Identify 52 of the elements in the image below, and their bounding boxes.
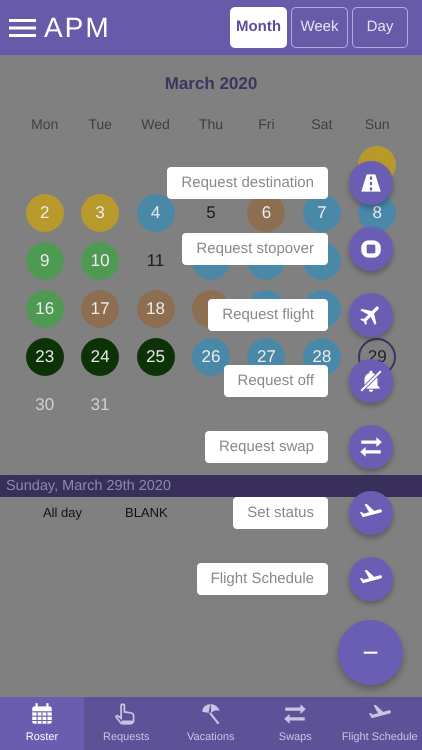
action-button[interactable] (349, 491, 393, 535)
action-label[interactable]: Flight Schedule (196, 563, 328, 595)
calendar-day: 16 (26, 290, 64, 328)
nav-tab[interactable]: Flight Schedule (338, 697, 422, 750)
calendar-day: 24 (81, 338, 120, 376)
action-button[interactable] (349, 425, 393, 469)
calendar-day: 18 (136, 290, 175, 328)
nav-tab[interactable]: Vacations (168, 697, 253, 750)
event-title: BLANK (125, 504, 168, 522)
weekday-label: Sat (310, 115, 334, 134)
month-title: March 2020 (164, 73, 258, 95)
view-tab[interactable]: Day (352, 7, 408, 48)
calendar-day: 3 (81, 194, 120, 232)
menu-icon[interactable] (9, 18, 36, 38)
view-tab[interactable]: Week (291, 7, 348, 48)
action-button[interactable] (349, 161, 393, 205)
action-button[interactable] (349, 227, 393, 271)
close-menu-button[interactable]: − (338, 620, 403, 685)
app-logo: APM (44, 10, 111, 44)
action-label[interactable]: Set status (233, 497, 328, 529)
weekday-label: Fri (257, 115, 276, 134)
calendar-day: 30 (26, 386, 64, 424)
weekday-label: Wed (140, 115, 171, 134)
nav-tab[interactable]: Swaps (253, 697, 338, 750)
calendar-day: 26 (192, 338, 230, 376)
view-tab[interactable]: Month (230, 7, 287, 48)
date-header: Sunday, March 29th 2020 (0, 475, 422, 497)
calendar-day: 17 (81, 290, 120, 328)
weekday-label: Thu (198, 115, 224, 134)
action-label[interactable]: Request destination (167, 167, 328, 199)
weekday-label: Tue (87, 115, 113, 134)
calendar-day: 25 (136, 338, 175, 376)
nav-tab[interactable]: Roster (0, 697, 84, 750)
weekday-label: Sun (364, 115, 391, 134)
calendar-day: 7 (302, 194, 341, 232)
action-button[interactable] (349, 557, 393, 601)
action-label[interactable]: Request stopover (182, 233, 328, 265)
nav-tab[interactable]: Requests (84, 697, 168, 750)
action-label[interactable]: Request swap (204, 431, 328, 463)
weekday-label: Mon (30, 115, 60, 134)
calendar-day: 11 (136, 242, 175, 280)
action-label[interactable]: Request off (224, 365, 328, 397)
calendar-day: 4 (136, 194, 175, 232)
calendar-day: 31 (81, 386, 120, 424)
calendar-day: 10 (81, 242, 120, 280)
calendar-day: 9 (26, 242, 64, 280)
calendar-day: 2 (26, 194, 64, 232)
calendar-day: 23 (26, 338, 64, 376)
bell-off-icon (358, 368, 384, 394)
action-label[interactable]: Request flight (208, 299, 328, 331)
event-time: All day (43, 504, 82, 522)
action-button[interactable] (349, 293, 393, 337)
